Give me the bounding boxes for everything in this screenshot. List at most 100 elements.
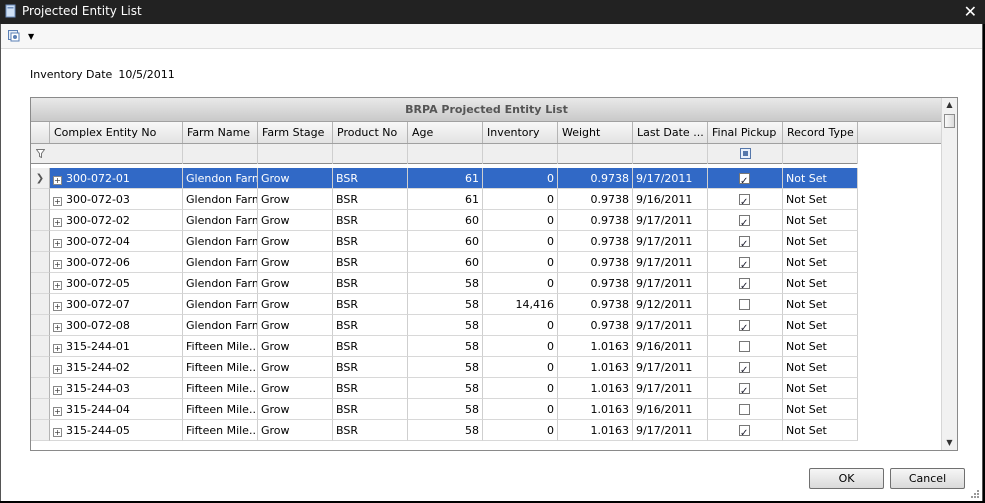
row-indicator[interactable] bbox=[31, 420, 50, 441]
cell-farm-name[interactable]: Glendon Farm bbox=[183, 273, 258, 294]
cell-inventory[interactable]: 0 bbox=[483, 189, 558, 210]
cell-record-type[interactable]: Not Set bbox=[783, 231, 858, 252]
cell-product-no[interactable]: BSR bbox=[333, 252, 408, 273]
cell-farm-stage[interactable]: Grow bbox=[258, 231, 333, 252]
cell-final-pickup[interactable] bbox=[708, 315, 783, 336]
cell-weight[interactable]: 1.0163 bbox=[558, 420, 633, 441]
cell-farm-name[interactable]: Fifteen Mile... bbox=[183, 378, 258, 399]
cell-last-date[interactable]: 9/17/2011 bbox=[633, 168, 708, 189]
cell-complex-entity-no[interactable]: +300-072-03 bbox=[50, 189, 183, 210]
final-pickup-checkbox[interactable] bbox=[739, 423, 750, 440]
row-indicator[interactable] bbox=[31, 273, 50, 294]
cell-final-pickup[interactable] bbox=[708, 168, 783, 189]
table-row[interactable]: +300-072-03 Glendon Farm Grow BSR 61 0 0.9738 9… bbox=[31, 189, 858, 210]
cell-record-type[interactable]: Not Set bbox=[783, 357, 858, 378]
expand-icon[interactable]: + bbox=[53, 239, 62, 248]
cell-inventory[interactable]: 0 bbox=[483, 231, 558, 252]
cell-farm-name[interactable]: Glendon Farm bbox=[183, 294, 258, 315]
resize-grip-icon[interactable] bbox=[970, 489, 980, 499]
cell-age[interactable]: 58 bbox=[408, 336, 483, 357]
current-row-indicator[interactable]: ❯ bbox=[31, 168, 50, 189]
cell-inventory[interactable]: 0 bbox=[483, 252, 558, 273]
cell-final-pickup[interactable] bbox=[708, 231, 783, 252]
cell-age[interactable]: 58 bbox=[408, 357, 483, 378]
final-pickup-checkbox[interactable] bbox=[739, 318, 750, 335]
final-pickup-checkbox[interactable] bbox=[739, 404, 750, 415]
cell-farm-name[interactable]: Glendon Farm bbox=[183, 231, 258, 252]
column-header-complex-entity-no[interactable]: Complex Entity No bbox=[50, 122, 183, 143]
final-pickup-filter-checkbox[interactable] bbox=[740, 148, 751, 159]
cell-weight[interactable]: 0.9738 bbox=[558, 168, 633, 189]
close-icon[interactable]: ✕ bbox=[964, 2, 977, 21]
cell-weight[interactable]: 0.9738 bbox=[558, 273, 633, 294]
cell-farm-stage[interactable]: Grow bbox=[258, 336, 333, 357]
cell-complex-entity-no[interactable]: +315-244-04 bbox=[50, 399, 183, 420]
expand-icon[interactable]: + bbox=[53, 302, 62, 311]
cell-inventory[interactable]: 0 bbox=[483, 378, 558, 399]
table-row[interactable]: +300-072-05 Glendon Farm Grow BSR 58 0 0.9738 9… bbox=[31, 273, 858, 294]
cell-complex-entity-no[interactable]: +300-072-08 bbox=[50, 315, 183, 336]
cell-farm-stage[interactable]: Grow bbox=[258, 315, 333, 336]
final-pickup-checkbox[interactable] bbox=[739, 381, 750, 398]
cell-record-type[interactable]: Not Set bbox=[783, 294, 858, 315]
cell-last-date[interactable]: 9/16/2011 bbox=[633, 336, 708, 357]
column-header-record-type[interactable]: Record Type bbox=[783, 122, 858, 143]
cell-product-no[interactable]: BSR bbox=[333, 378, 408, 399]
cell-inventory[interactable]: 0 bbox=[483, 168, 558, 189]
cell-final-pickup[interactable] bbox=[708, 378, 783, 399]
cell-farm-stage[interactable]: Grow bbox=[258, 357, 333, 378]
cell-final-pickup[interactable] bbox=[708, 420, 783, 441]
cell-farm-name[interactable]: Fifteen Mile... bbox=[183, 357, 258, 378]
cell-complex-entity-no[interactable]: +315-244-02 bbox=[50, 357, 183, 378]
cell-record-type[interactable]: Not Set bbox=[783, 189, 858, 210]
cell-record-type[interactable]: Not Set bbox=[783, 420, 858, 441]
column-header-inventory[interactable]: Inventory bbox=[483, 122, 558, 143]
cell-final-pickup[interactable] bbox=[708, 273, 783, 294]
cell-last-date[interactable]: 9/16/2011 bbox=[633, 189, 708, 210]
cell-product-no[interactable]: BSR bbox=[333, 336, 408, 357]
cell-final-pickup[interactable] bbox=[708, 399, 783, 420]
cell-final-pickup[interactable] bbox=[708, 189, 783, 210]
table-row[interactable]: +315-244-03 Fifteen Mile... Grow BSR 58 0 1.01… bbox=[31, 378, 858, 399]
filter-cell-age[interactable] bbox=[408, 144, 483, 164]
cell-farm-name[interactable]: Glendon Farm bbox=[183, 210, 258, 231]
cell-farm-stage[interactable]: Grow bbox=[258, 189, 333, 210]
cell-final-pickup[interactable] bbox=[708, 294, 783, 315]
scroll-thumb[interactable] bbox=[944, 114, 955, 128]
table-row[interactable]: +315-244-05 Fifteen Mile... Grow BSR 58 0 1.01… bbox=[31, 420, 858, 441]
expand-icon[interactable]: + bbox=[53, 386, 62, 395]
expand-icon[interactable]: + bbox=[53, 218, 62, 227]
cell-last-date[interactable]: 9/12/2011 bbox=[633, 294, 708, 315]
expand-icon[interactable]: + bbox=[53, 176, 62, 185]
cell-farm-name[interactable]: Fifteen Mile... bbox=[183, 336, 258, 357]
cell-inventory[interactable]: 14,416 bbox=[483, 294, 558, 315]
cell-last-date[interactable]: 9/17/2011 bbox=[633, 378, 708, 399]
cell-product-no[interactable]: BSR bbox=[333, 420, 408, 441]
filter-cell-record-type[interactable] bbox=[783, 144, 858, 164]
vertical-scrollbar[interactable]: ▲ ▼ bbox=[941, 98, 957, 450]
row-indicator[interactable] bbox=[31, 315, 50, 336]
cell-complex-entity-no[interactable]: +300-072-02 bbox=[50, 210, 183, 231]
row-indicator[interactable] bbox=[31, 210, 50, 231]
row-indicator[interactable] bbox=[31, 189, 50, 210]
layout-menu-button[interactable]: ▼ bbox=[6, 28, 38, 45]
table-row[interactable]: +300-072-02 Glendon Farm Grow BSR 60 0 0.9738 9… bbox=[31, 210, 858, 231]
row-indicator[interactable] bbox=[31, 357, 50, 378]
final-pickup-checkbox[interactable] bbox=[739, 360, 750, 377]
table-row[interactable]: +315-244-02 Fifteen Mile... Grow BSR 58 0 1.01… bbox=[31, 357, 858, 378]
cell-final-pickup[interactable] bbox=[708, 336, 783, 357]
cell-age[interactable]: 58 bbox=[408, 294, 483, 315]
final-pickup-checkbox[interactable] bbox=[739, 171, 750, 188]
cell-product-no[interactable]: BSR bbox=[333, 231, 408, 252]
cell-record-type[interactable]: Not Set bbox=[783, 315, 858, 336]
cell-complex-entity-no[interactable]: +300-072-01 bbox=[50, 168, 183, 189]
cell-product-no[interactable]: BSR bbox=[333, 294, 408, 315]
filter-icon[interactable] bbox=[36, 149, 45, 158]
expand-icon[interactable]: + bbox=[53, 428, 62, 437]
expand-icon[interactable]: + bbox=[53, 365, 62, 374]
cell-age[interactable]: 60 bbox=[408, 231, 483, 252]
column-header-final-pickup[interactable]: Final Pickup bbox=[708, 122, 783, 143]
cell-product-no[interactable]: BSR bbox=[333, 315, 408, 336]
cell-product-no[interactable]: BSR bbox=[333, 273, 408, 294]
row-indicator[interactable] bbox=[31, 294, 50, 315]
